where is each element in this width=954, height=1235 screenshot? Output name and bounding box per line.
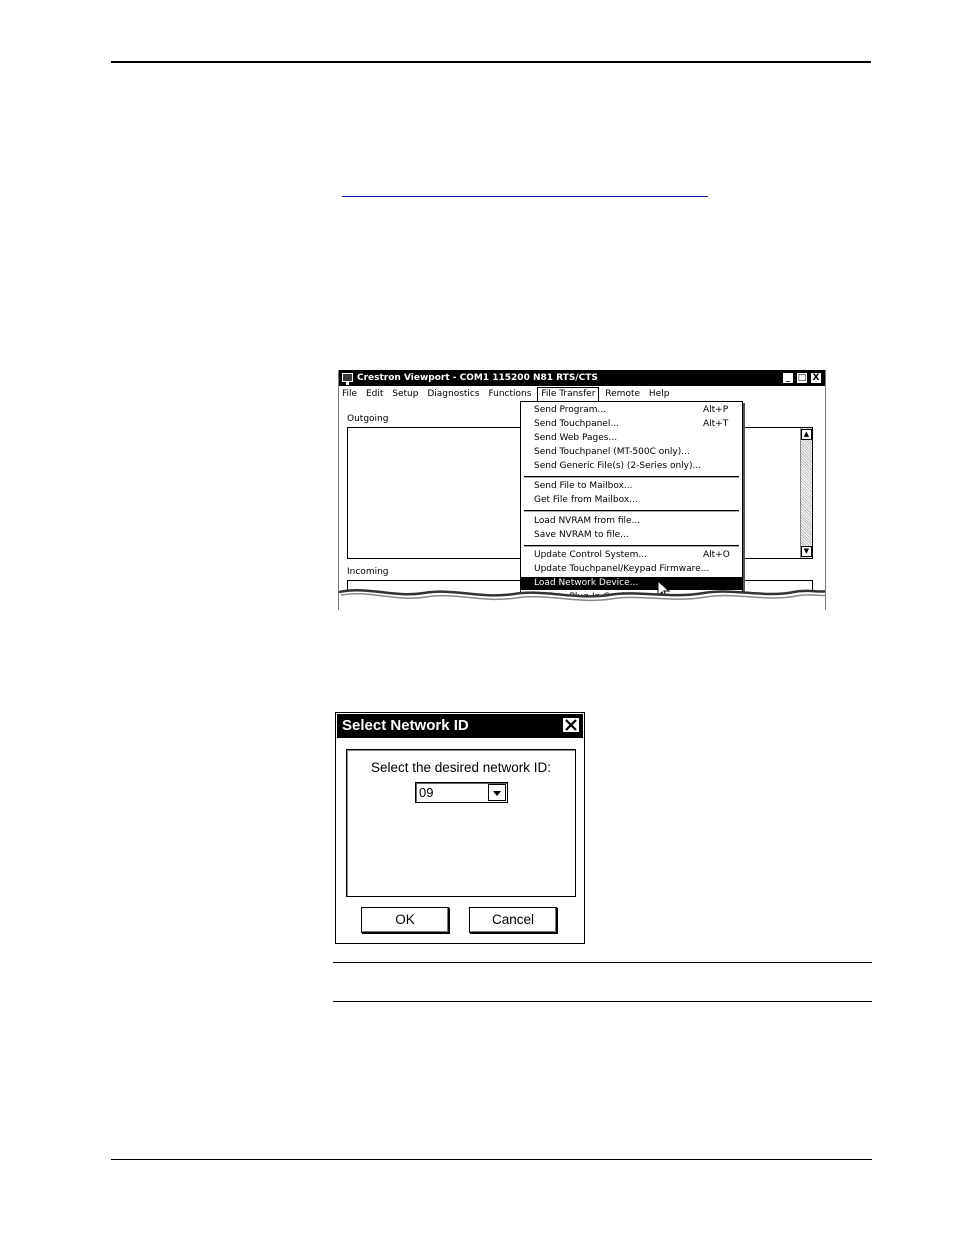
dialog-close-button[interactable] (562, 717, 580, 733)
close-icon (565, 719, 577, 731)
menu-diagnostics[interactable]: Diagnostics (424, 386, 482, 403)
menu-item-send-file-to-mailbox[interactable]: Send File to Mailbox... (521, 480, 742, 493)
outgoing-label: Outgoing (347, 414, 389, 424)
menu-separator (524, 545, 739, 547)
header-rule (111, 61, 871, 63)
menu-item-save-nvram[interactable]: Save NVRAM to file... (521, 529, 742, 542)
menu-item-label: Send Program... (534, 405, 607, 415)
menu-item-update-control-system[interactable]: Update Control System... Alt+O (521, 549, 742, 562)
scroll-up-arrow-icon[interactable]: ▲ (801, 429, 812, 440)
incoming-label: Incoming (347, 567, 389, 577)
torn-edge-decoration (339, 589, 825, 610)
ok-button[interactable]: OK (361, 907, 449, 933)
menu-item-label: Send File to Mailbox... (534, 481, 633, 491)
dialog-titlebar: Select Network ID (337, 714, 583, 738)
scroll-down-arrow-icon[interactable]: ▼ (801, 546, 812, 557)
menu-separator (524, 476, 739, 478)
menu-item-label: Send Touchpanel... (534, 419, 619, 429)
menu-file-transfer[interactable]: File Transfer (537, 387, 600, 402)
minimize-button[interactable]: _ (782, 372, 794, 384)
menu-item-send-touchpanel[interactable]: Send Touchpanel... Alt+T (521, 418, 742, 431)
close-button[interactable]: X (810, 372, 822, 384)
menu-item-label: Load NVRAM from file... (534, 516, 641, 526)
network-id-prompt: Select the desired network ID: (370, 760, 552, 775)
outgoing-scrollbar[interactable]: ▲ ▼ (800, 428, 812, 558)
menu-item-label: Update Control System... (534, 550, 647, 560)
menu-item-label: Update Touchpanel/Keypad Firmware... (534, 564, 710, 574)
menu-file[interactable]: File (339, 386, 360, 403)
note-rule-top (333, 962, 872, 963)
dialog-title: Select Network ID (342, 717, 469, 734)
menu-item-send-program[interactable]: Send Program... Alt+P (521, 404, 742, 417)
footer-rule (111, 1159, 872, 1160)
menu-item-label: Send Generic File(s) (2-Series only)... (534, 461, 702, 471)
menu-item-label: Send Touchpanel (MT-500C only)... (534, 447, 690, 457)
menu-item-label: Get File from Mailbox... (534, 495, 638, 505)
document-link[interactable] (342, 196, 708, 197)
viewport-title: Crestron Viewport - COM1 115200 N81 RTS/… (357, 373, 598, 383)
select-network-id-dialog: Select Network ID Select the desired net… (335, 712, 585, 944)
network-id-select[interactable]: 09 (415, 782, 508, 803)
maximize-button[interactable]: □ (796, 372, 808, 384)
shortcut-label: Alt+O (703, 550, 730, 560)
menu-item-label: Send Web Pages... (534, 433, 618, 443)
file-transfer-dropdown: Send Program... Alt+P Send Touchpanel... A… (520, 401, 743, 602)
network-id-value: 09 (419, 785, 434, 800)
menu-item-load-nvram[interactable]: Load NVRAM from file... (521, 515, 742, 528)
menu-edit[interactable]: Edit (363, 386, 386, 403)
viewport-titlebar: Crestron Viewport - COM1 115200 N81 RTS/… (339, 370, 825, 386)
cancel-button[interactable]: Cancel (469, 907, 557, 933)
shortcut-label: Alt+P (703, 405, 729, 415)
shortcut-label: Alt+T (703, 419, 729, 429)
menu-separator (524, 510, 739, 512)
menu-item-label: Save NVRAM to file... (534, 530, 629, 540)
menu-setup[interactable]: Setup (389, 386, 421, 403)
menu-item-send-generic-files[interactable]: Send Generic File(s) (2-Series only)... (521, 460, 742, 473)
menu-item-send-touchpanel-mt500c[interactable]: Send Touchpanel (MT-500C only)... (521, 446, 742, 459)
viewport-window: Crestron Viewport - COM1 115200 N81 RTS/… (338, 370, 826, 610)
menu-item-send-web-pages[interactable]: Send Web Pages... (521, 432, 742, 445)
monitor-icon (342, 373, 353, 385)
note-rule-bottom (333, 1001, 872, 1002)
dialog-group-frame: Select the desired network ID: 09 (346, 749, 576, 897)
menu-item-get-file-from-mailbox[interactable]: Get File from Mailbox... (521, 494, 742, 507)
menu-item-update-touchpanel-firmware[interactable]: Update Touchpanel/Keypad Firmware... (521, 563, 742, 576)
chevron-down-icon[interactable] (488, 784, 506, 801)
